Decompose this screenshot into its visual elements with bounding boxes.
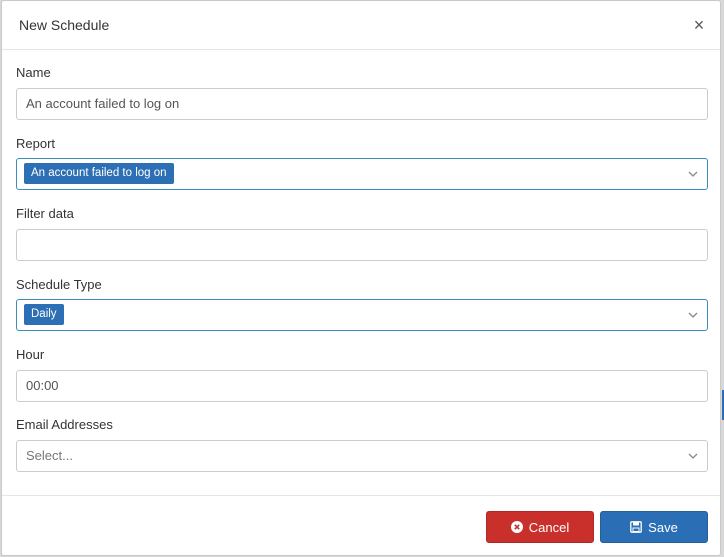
chevron-down-icon[interactable] xyxy=(687,450,699,462)
new-schedule-modal: New Schedule × Name An account failed to… xyxy=(1,0,721,556)
modal-header: New Schedule × xyxy=(2,1,720,50)
chevron-down-icon[interactable] xyxy=(687,309,699,321)
schedule-type-select[interactable]: Daily xyxy=(16,299,708,331)
close-icon[interactable]: × xyxy=(690,15,708,35)
save-button[interactable]: Save xyxy=(600,511,708,543)
schedule-type-label: Schedule Type xyxy=(16,277,102,292)
report-label: Report xyxy=(16,136,56,151)
name-input-value: An account failed to log on xyxy=(26,96,180,111)
email-addresses-select[interactable]: Select... xyxy=(16,440,708,472)
hour-input-value: 00:00 xyxy=(26,378,59,393)
floppy-disk-icon xyxy=(630,521,643,533)
report-select[interactable]: An account failed to log on xyxy=(16,158,708,190)
cancel-button-label: Cancel xyxy=(528,519,570,535)
cancel-button[interactable]: Cancel xyxy=(486,511,594,543)
email-addresses-placeholder: Select... xyxy=(26,448,73,463)
modal-title: New Schedule xyxy=(19,17,110,33)
chevron-down-icon[interactable] xyxy=(687,168,699,180)
modal-footer: Cancel Save xyxy=(2,495,720,555)
filter-data-input[interactable] xyxy=(16,229,708,261)
schedule-type-selected-tag[interactable]: Daily xyxy=(24,304,64,325)
cancel-circle-icon xyxy=(510,521,523,533)
hour-label: Hour xyxy=(16,347,45,362)
hour-input[interactable]: 00:00 xyxy=(16,370,708,402)
filter-data-label: Filter data xyxy=(16,206,74,221)
name-input[interactable]: An account failed to log on xyxy=(16,88,708,120)
save-button-label: Save xyxy=(648,519,678,535)
name-label: Name xyxy=(16,65,51,80)
report-selected-tag[interactable]: An account failed to log on xyxy=(24,163,174,184)
email-addresses-label: Email Addresses xyxy=(16,417,113,432)
